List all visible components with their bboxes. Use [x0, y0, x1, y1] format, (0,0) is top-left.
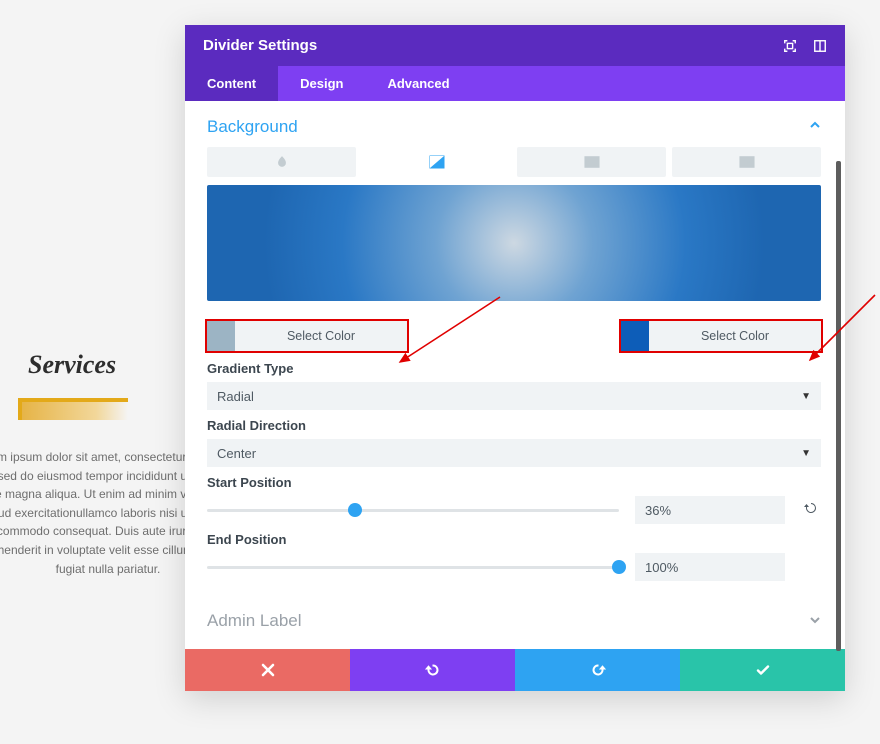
services-block: Services Lorem ipsum dolor sit amet, con… — [0, 350, 190, 578]
redo-button[interactable] — [515, 649, 680, 691]
expand-icon[interactable] — [783, 39, 797, 53]
end-position-slider[interactable] — [207, 566, 619, 569]
chevron-down-icon: ▼ — [801, 448, 811, 459]
background-type-tabs — [207, 147, 821, 177]
end-position-label: End Position — [207, 532, 821, 547]
snap-icon[interactable] — [813, 39, 827, 53]
color-start-label: Select Color — [235, 329, 407, 343]
swatch-end — [621, 321, 649, 351]
modal-body: Background Select Color — [185, 101, 845, 649]
radial-direction-value: Center — [217, 446, 256, 461]
swatch-start — [207, 321, 235, 351]
start-position-label: Start Position — [207, 475, 821, 490]
start-position-value[interactable]: 36% — [635, 496, 785, 524]
gradient-color-end[interactable]: Select Color — [621, 321, 821, 351]
reset-icon[interactable] — [803, 500, 819, 521]
bg-type-color[interactable] — [207, 147, 356, 177]
tab-advanced[interactable]: Advanced — [365, 66, 471, 101]
save-button[interactable] — [680, 649, 845, 691]
bg-type-image[interactable] — [517, 147, 666, 177]
tab-design[interactable]: Design — [278, 66, 365, 101]
section-title-admin-label: Admin Label — [207, 611, 302, 631]
radial-direction-label: Radial Direction — [207, 418, 821, 433]
tab-content[interactable]: Content — [185, 66, 278, 101]
gradient-type-label: Gradient Type — [207, 361, 821, 376]
chevron-down-icon[interactable] — [809, 611, 821, 631]
end-position-value[interactable]: 100% — [635, 553, 785, 581]
bg-type-gradient[interactable] — [362, 147, 511, 177]
gradient-type-value: Radial — [217, 389, 254, 404]
undo-button[interactable] — [350, 649, 515, 691]
color-end-label: Select Color — [649, 329, 821, 343]
radial-direction-select[interactable]: Center ▼ — [207, 439, 821, 467]
modal-header: Divider Settings — [185, 25, 845, 66]
section-title-background: Background — [207, 117, 298, 137]
bg-type-video[interactable] — [672, 147, 821, 177]
modal-footer — [185, 649, 845, 691]
divider-preview-bar — [18, 398, 128, 420]
gradient-type-select[interactable]: Radial ▼ — [207, 382, 821, 410]
cancel-button[interactable] — [185, 649, 350, 691]
tab-bar: Content Design Advanced — [185, 66, 845, 101]
services-heading: Services — [28, 350, 180, 380]
start-position-slider[interactable] — [207, 509, 619, 512]
modal-title: Divider Settings — [203, 37, 317, 54]
gradient-color-start[interactable]: Select Color — [207, 321, 407, 351]
chevron-down-icon: ▼ — [801, 391, 811, 402]
gradient-preview — [207, 185, 821, 301]
divider-settings-modal: Divider Settings Content Design Advanced… — [185, 25, 845, 691]
scrollbar[interactable] — [836, 161, 841, 651]
chevron-up-icon[interactable] — [809, 118, 821, 136]
